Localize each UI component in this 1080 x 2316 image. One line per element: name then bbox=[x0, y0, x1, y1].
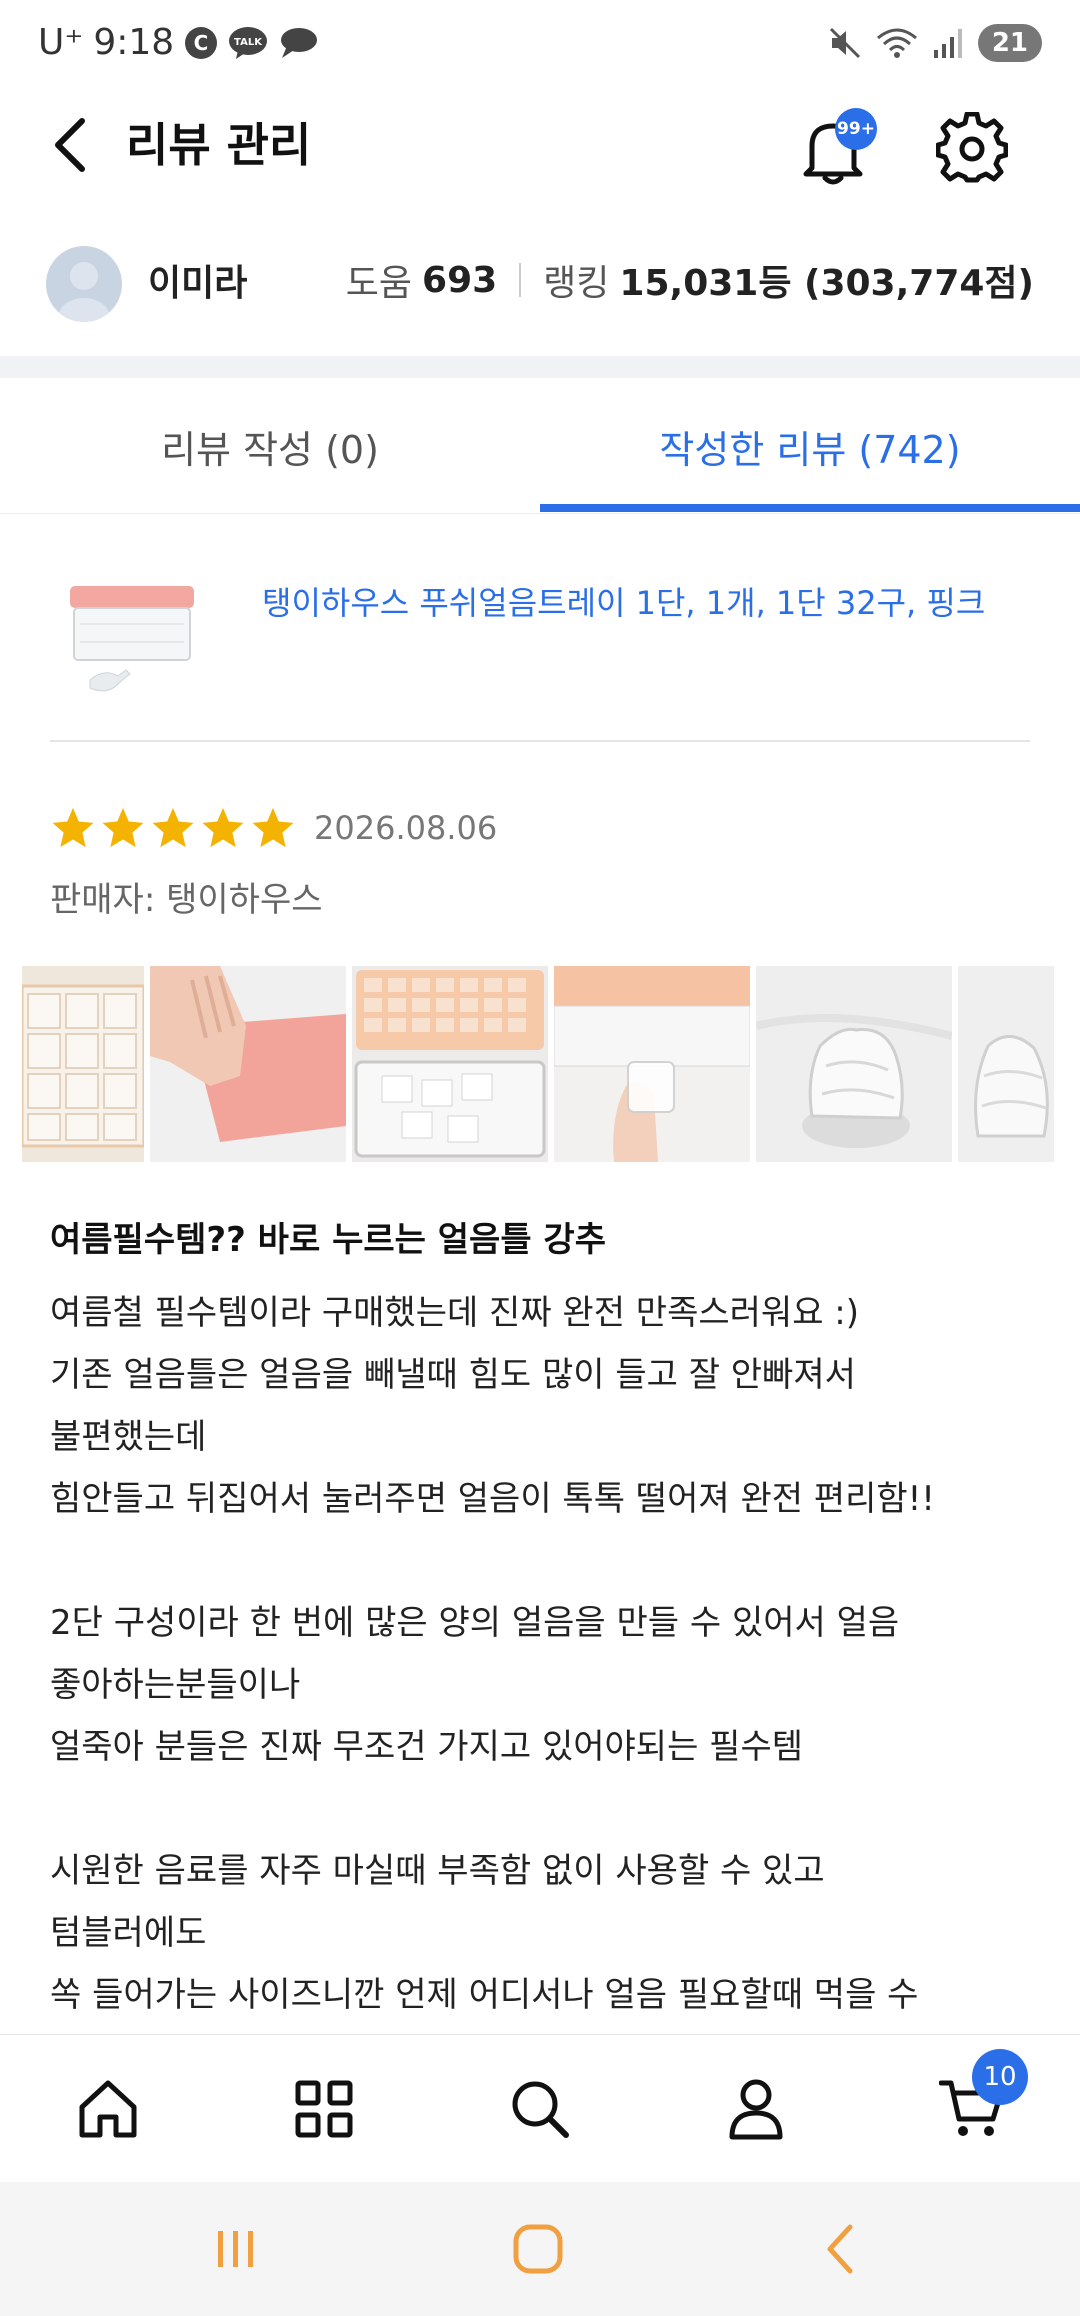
review-line: 텀블러에도 bbox=[50, 1913, 207, 1953]
review-photo[interactable] bbox=[554, 966, 750, 1162]
profile-name: 이미라 bbox=[148, 263, 248, 304]
mute-icon bbox=[828, 26, 862, 60]
review-photo[interactable] bbox=[150, 966, 346, 1162]
svg-text:C: C bbox=[194, 31, 209, 55]
settings-button[interactable] bbox=[935, 111, 1009, 184]
back-arrow-icon bbox=[827, 2224, 853, 2274]
talk-icon: TALK bbox=[228, 26, 268, 60]
wifi-icon bbox=[876, 26, 918, 60]
rating-row: 2026.08.06 bbox=[50, 800, 497, 856]
review-photo[interactable] bbox=[22, 966, 144, 1162]
back-button[interactable] bbox=[40, 112, 100, 178]
review-photo-strip[interactable] bbox=[22, 966, 1080, 1162]
system-navigation-bar bbox=[0, 2182, 1080, 2316]
bottom-navigation: 10 bbox=[0, 2034, 1080, 2182]
home-icon bbox=[79, 2080, 137, 2138]
star-icon bbox=[202, 807, 244, 848]
notifications-button[interactable]: 99+ bbox=[800, 108, 877, 185]
ranking-value: 15,031등 (303,774점) bbox=[619, 263, 1034, 304]
product-thumbnail[interactable] bbox=[60, 572, 200, 702]
product-name-link[interactable]: 탱이하우스 푸쉬얼음트레이 1단, 1개, 1단 32구, 핑크 bbox=[262, 582, 1022, 624]
stat-divider bbox=[519, 263, 522, 297]
back-system-button[interactable] bbox=[800, 2212, 880, 2286]
review-line bbox=[50, 1530, 1040, 1592]
seller-label: 판매자: 탱이하우스 bbox=[50, 880, 323, 920]
tab-written-reviews[interactable]: 작성한 리뷰 (742) bbox=[540, 378, 1080, 514]
star-icon bbox=[252, 807, 294, 848]
home-circle-icon bbox=[513, 2224, 563, 2274]
battery-indicator: 21 bbox=[977, 24, 1042, 62]
review-line: 시원한 음료를 자주 마실때 부족함 없이 사용할 수 있고 bbox=[50, 1851, 825, 1891]
person-icon bbox=[729, 2079, 783, 2140]
grid-icon bbox=[295, 2080, 353, 2138]
review-line: 기존 얼음틀은 얼음을 빼낼때 힘도 많이 들고 잘 안빠져서 bbox=[50, 1355, 856, 1395]
tab-write-review[interactable]: 리뷰 작성 (0) bbox=[0, 378, 540, 514]
profile-row: 이미라 도움 693 랭킹 15,031등 (303,774점) bbox=[0, 232, 1080, 332]
chevron-left-icon bbox=[55, 118, 85, 172]
nav-home[interactable] bbox=[68, 2069, 148, 2149]
review-line: 좋아하는분들이나 bbox=[50, 1665, 301, 1705]
status-left: U⁺ 9:18 C TALK bbox=[38, 22, 318, 63]
active-tab-indicator bbox=[540, 504, 1080, 512]
review-body: 여름철 필수템이라 구매했는데 진짜 완전 만족스러워요 :) 기존 얼음틀은 … bbox=[50, 1282, 1040, 2026]
nav-categories[interactable] bbox=[284, 2069, 364, 2149]
review-line bbox=[50, 1778, 1040, 1840]
help-label: 도움 bbox=[345, 263, 413, 304]
review-tabs: 리뷰 작성 (0) 작성한 리뷰 (742) bbox=[0, 378, 1080, 514]
star-icon bbox=[52, 807, 94, 848]
person-silhouette-icon bbox=[58, 262, 110, 322]
star-rating bbox=[50, 805, 300, 851]
star-icon bbox=[102, 807, 144, 848]
nav-cart[interactable]: 10 bbox=[932, 2049, 1028, 2149]
status-right: 21 bbox=[828, 24, 1042, 62]
clock: 9:18 bbox=[93, 22, 175, 63]
nav-search[interactable] bbox=[500, 2069, 580, 2149]
review-line: 불편했는데 bbox=[50, 1417, 207, 1457]
signal-icon bbox=[932, 26, 964, 60]
product-card[interactable]: 탱이하우스 푸쉬얼음트레이 1단, 1개, 1단 32구, 핑크 bbox=[48, 560, 1032, 740]
section-separator bbox=[0, 356, 1080, 378]
notification-badge: 99+ bbox=[835, 108, 877, 150]
svg-text:TALK: TALK bbox=[234, 37, 263, 48]
cart-badge: 10 bbox=[972, 2049, 1028, 2105]
review-line: 여름철 필수템이라 구매했는데 진짜 완전 만족스러워요 :) bbox=[50, 1293, 860, 1333]
profile-stats: 도움 693 랭킹 15,031등 (303,774점) bbox=[346, 254, 1034, 306]
cloud-chat-icon bbox=[278, 26, 318, 60]
review-line: 힘안들고 뒤집어서 눌러주면 얼음이 톡톡 떨어져 완전 편리함!! bbox=[50, 1479, 935, 1519]
review-photo[interactable] bbox=[352, 966, 548, 1162]
review-date: 2026.08.06 bbox=[314, 809, 498, 847]
review-photo[interactable] bbox=[756, 966, 952, 1162]
star-icon bbox=[152, 807, 194, 848]
nav-my-page[interactable] bbox=[716, 2069, 796, 2149]
carrier-label: U⁺ bbox=[38, 22, 84, 63]
review-line: 쏙 들어가는 사이즈니깐 언제 어디서나 얼음 필요할때 먹을 수 bbox=[50, 1975, 919, 2015]
avatar bbox=[46, 246, 122, 322]
home-system-button[interactable] bbox=[498, 2212, 578, 2286]
review-photo[interactable] bbox=[958, 966, 1054, 1162]
review-title: 여름필수템?? 바로 누르는 얼음틀 강추 bbox=[50, 1220, 606, 1260]
status-bar: U⁺ 9:18 C TALK 21 bbox=[0, 0, 1080, 90]
help-value: 693 bbox=[422, 259, 498, 301]
divider bbox=[50, 740, 1030, 742]
review-line: 2단 구성이라 한 번에 많은 양의 얼음을 만들 수 있어서 얼음 bbox=[50, 1603, 900, 1643]
app-bar: 리뷰 관리 99+ bbox=[0, 90, 1080, 200]
recent-apps-icon bbox=[218, 2231, 253, 2267]
page-title: 리뷰 관리 bbox=[126, 118, 312, 172]
gear-icon bbox=[935, 111, 1009, 183]
recent-apps-button[interactable] bbox=[196, 2212, 276, 2286]
review-line: 얼죽아 분들은 진짜 무조건 가지고 있어야되는 필수템 bbox=[50, 1727, 804, 1767]
c-app-icon: C bbox=[184, 26, 218, 60]
search-icon bbox=[512, 2081, 569, 2138]
ranking-label: 랭킹 bbox=[543, 263, 610, 304]
